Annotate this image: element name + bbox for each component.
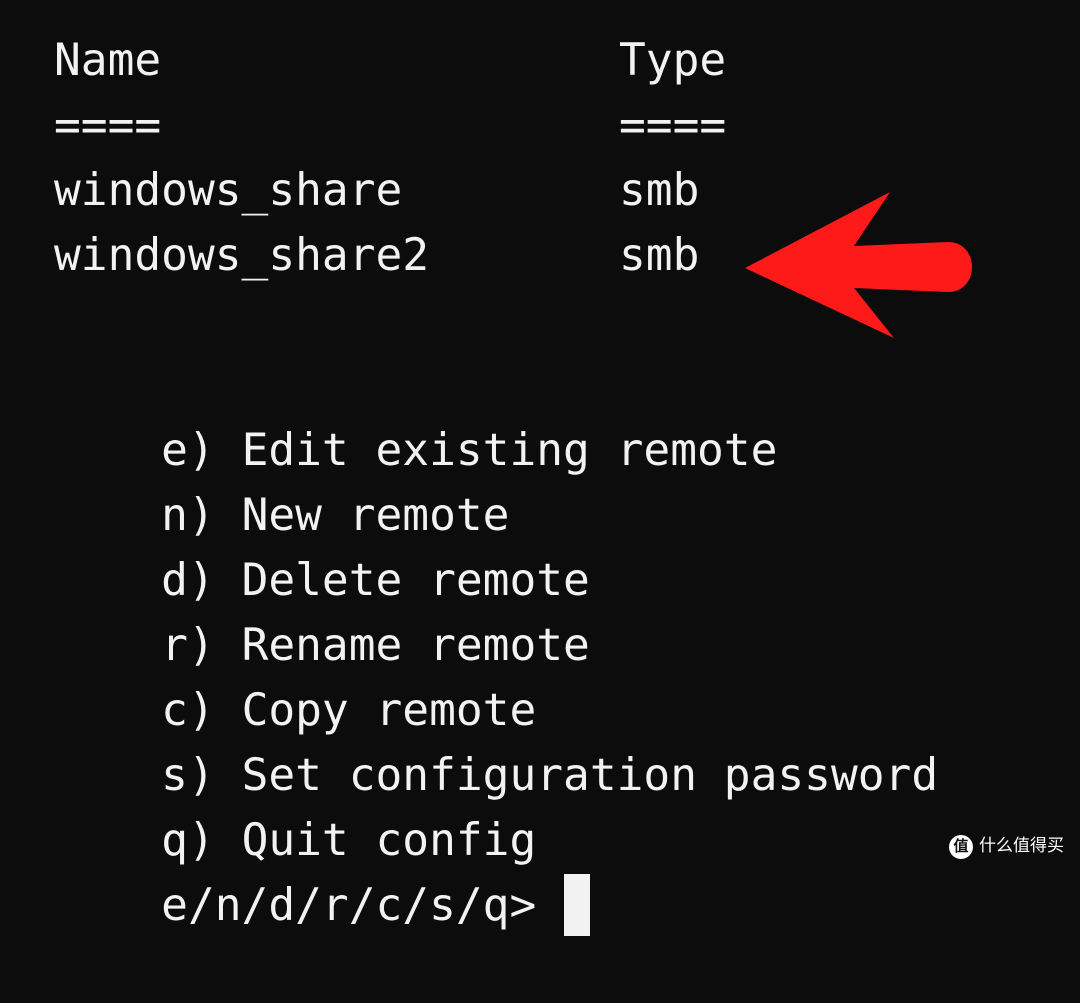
column-header-type: Type [619, 35, 727, 86]
remote-name: windows_share2 [54, 230, 430, 281]
table-row: windows_share2 smb [54, 223, 699, 288]
remote-type: smb [619, 165, 700, 216]
watermark-text: 什么值得买 [979, 836, 1064, 856]
menu-item-set-password: s) Set configuration password [54, 678, 938, 801]
watermark-logo-icon: 值 [949, 834, 973, 859]
remote-name: windows_share [54, 165, 403, 216]
table-header-underline: ==== ==== [54, 93, 726, 158]
prompt-text: e/n/d/r/c/s/q> [161, 880, 537, 931]
menu-item-quit: q) Quit config [54, 743, 536, 866]
table-row: windows_share smb [54, 158, 699, 223]
text-cursor[interactable] [564, 874, 591, 936]
terminal-window[interactable]: Name Type ==== ==== windows_share smb wi… [0, 0, 1080, 936]
red-arrow-left-icon [745, 192, 972, 338]
menu-item-edit: e) Edit existing remote [54, 353, 777, 476]
underline-type: ==== [619, 100, 727, 151]
table-header-row: Name Type [54, 28, 726, 93]
menu-item-copy: c) Copy remote [54, 613, 536, 736]
watermark: 值 什么值得买 [949, 814, 1064, 879]
menu-item-delete: d) Delete remote [54, 483, 590, 606]
underline-name: ==== [54, 100, 162, 151]
column-header-name: Name [54, 35, 162, 86]
menu-item-new: n) New remote [54, 418, 509, 541]
command-prompt[interactable]: e/n/d/r/c/s/q> [54, 808, 591, 936]
remote-type: smb [619, 230, 700, 281]
menu-item-rename: r) Rename remote [54, 548, 590, 671]
